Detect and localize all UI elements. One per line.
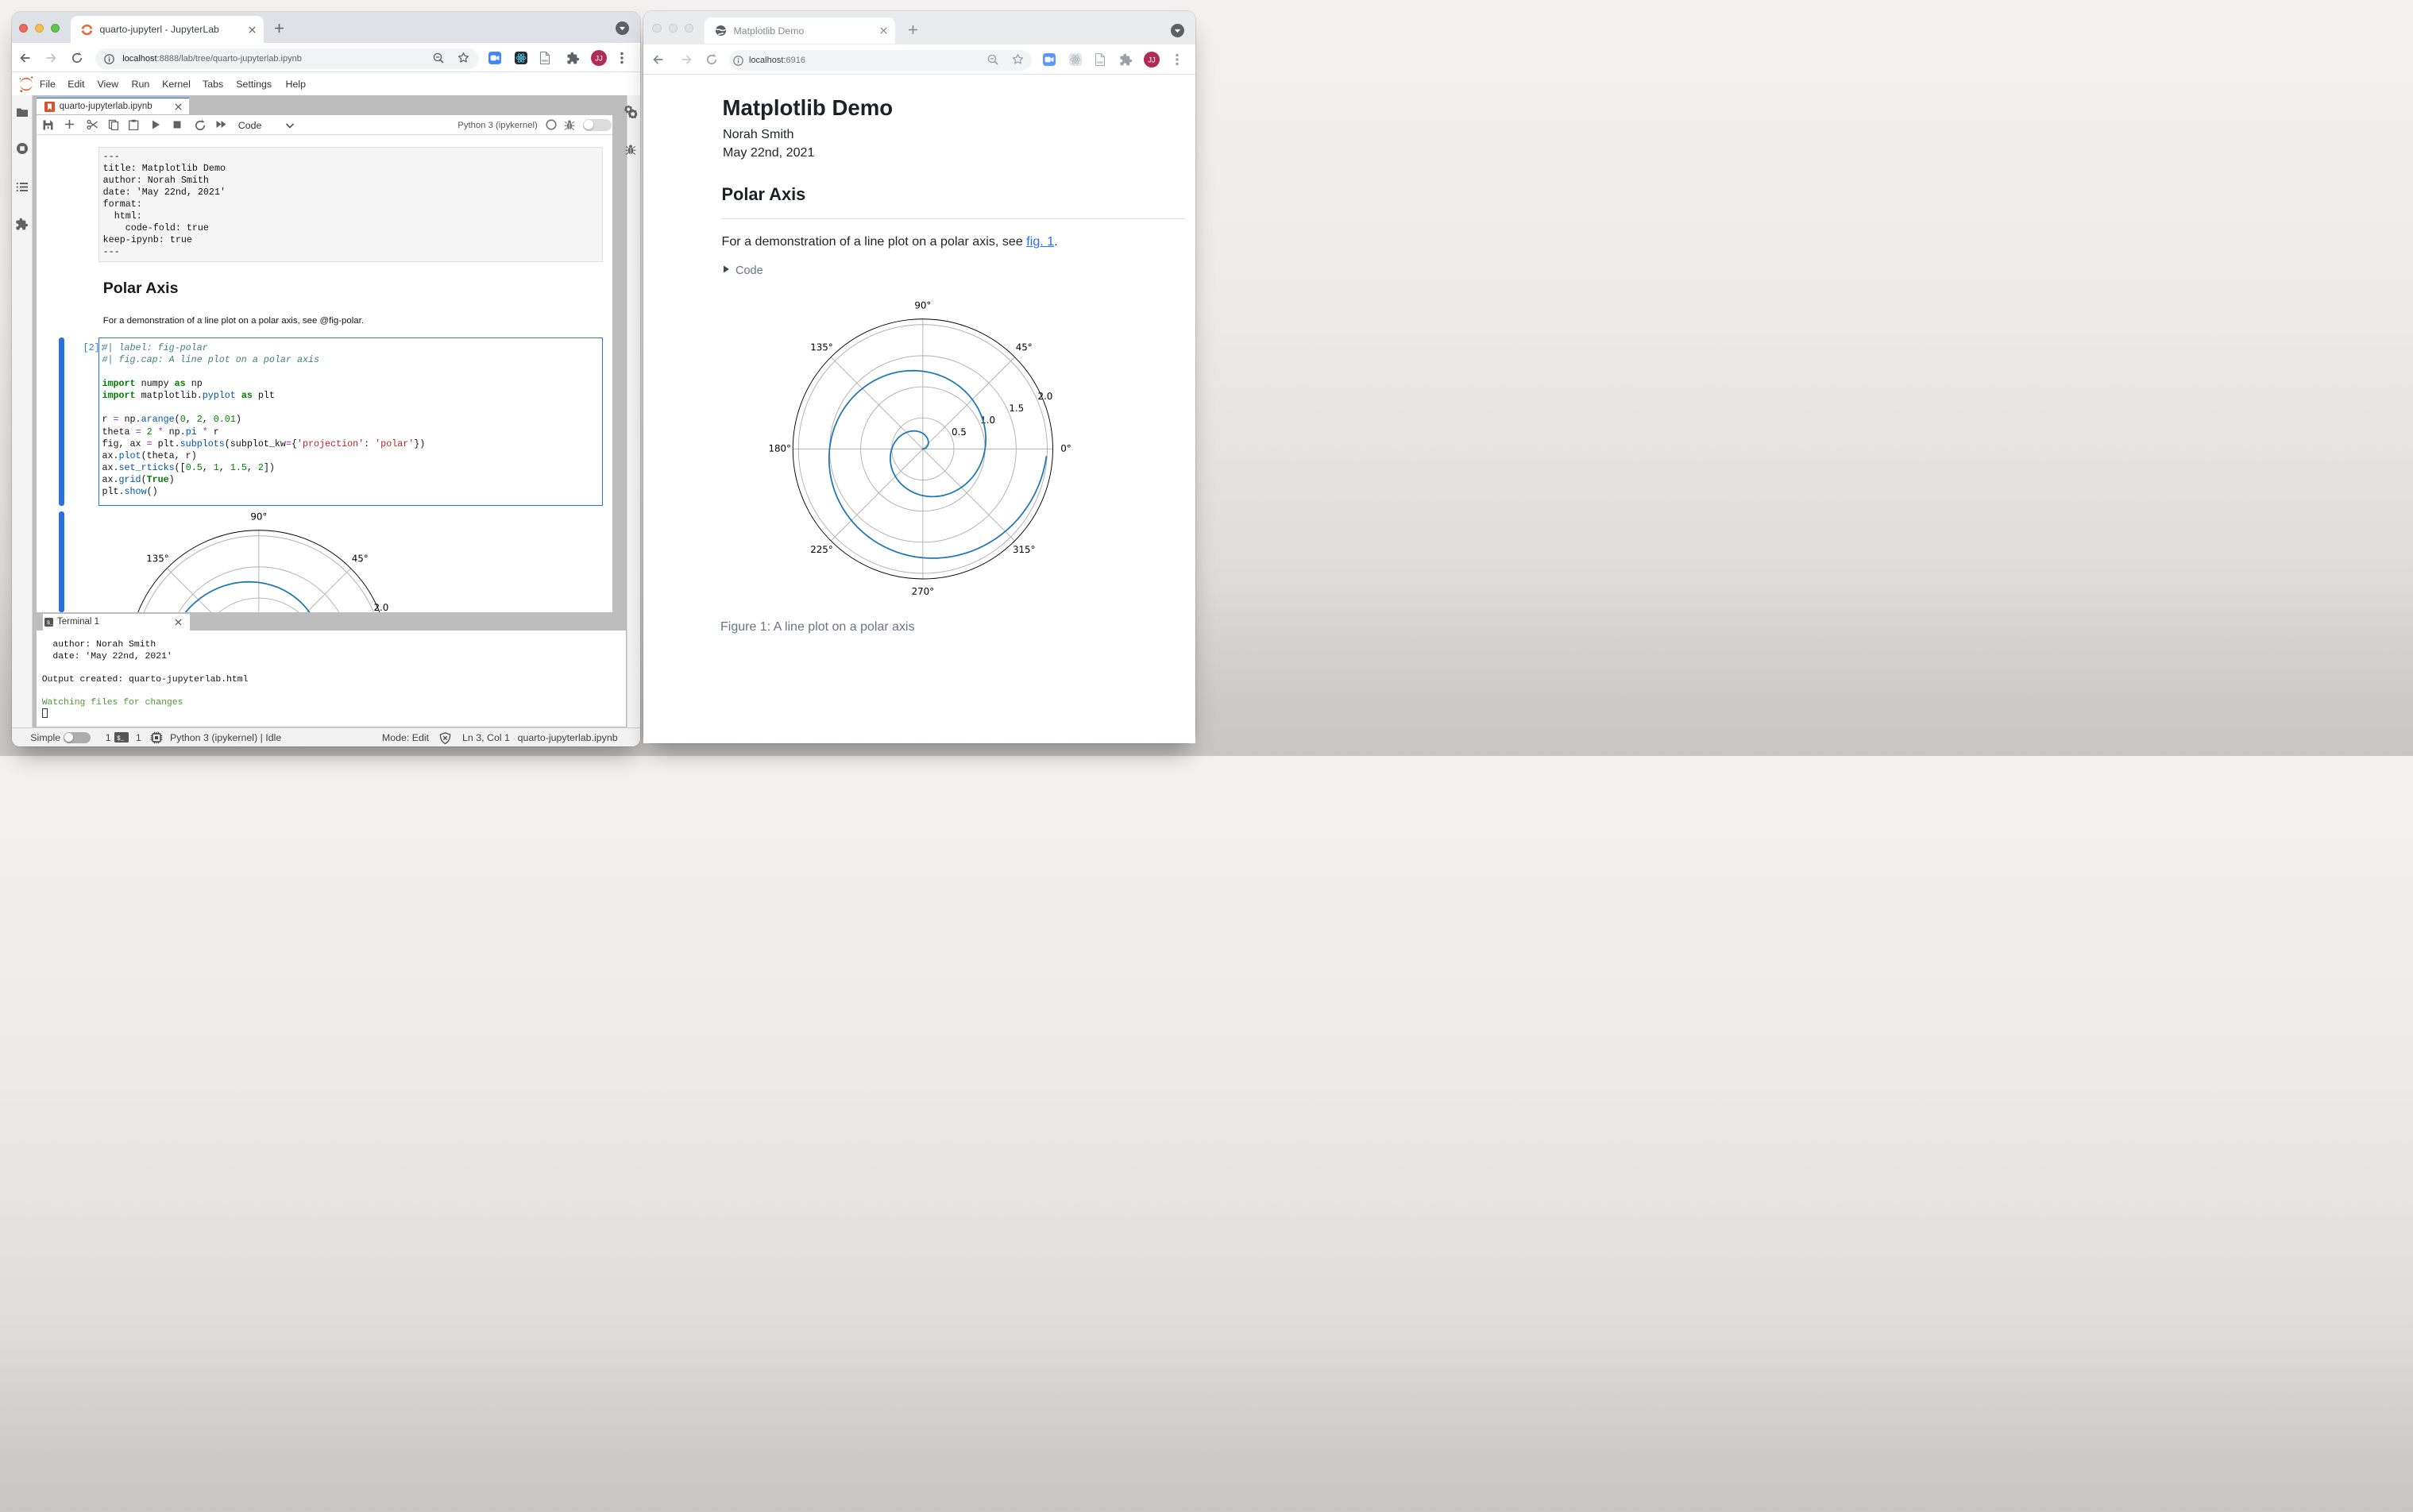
svg-text:$_: $_	[47, 620, 53, 626]
svg-text:JJ: JJ	[595, 54, 603, 63]
svg-text:JJ: JJ	[1148, 56, 1156, 64]
svg-text:$_: $_	[117, 735, 125, 742]
